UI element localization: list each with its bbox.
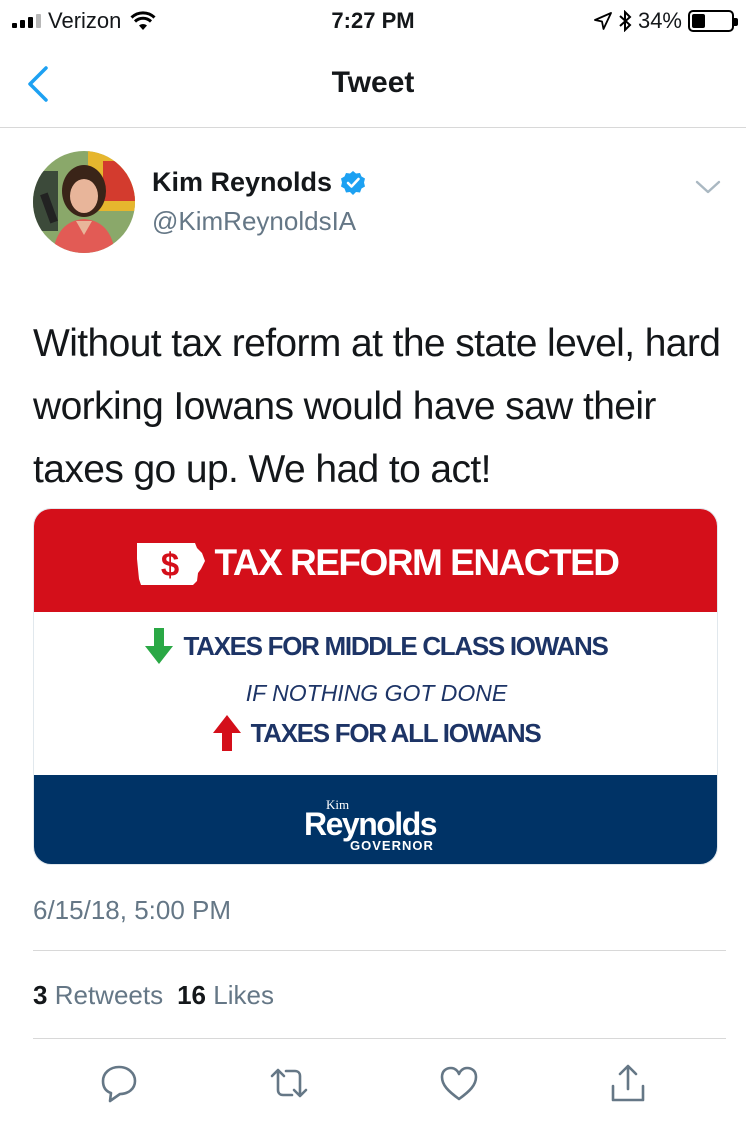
divider bbox=[33, 950, 726, 951]
reply-icon[interactable] bbox=[98, 1062, 140, 1104]
battery-percent: 34% bbox=[637, 8, 682, 33]
card-line-2-text: IF NOTHING GOT DONE bbox=[245, 680, 508, 706]
author-handle[interactable]: @KimReynoldsIA bbox=[152, 206, 356, 237]
card-line-3: TAXES FOR ALL IOWANS bbox=[34, 715, 717, 751]
card-header: $ TAX REFORM ENACTED bbox=[34, 509, 717, 612]
bluetooth-icon bbox=[619, 10, 632, 32]
retweet-icon[interactable] bbox=[268, 1062, 310, 1104]
card-line-1: TAXES FOR MIDDLE CLASS IOWANS bbox=[34, 628, 717, 664]
iowa-state-dollar-icon: $ bbox=[136, 543, 205, 585]
avatar[interactable] bbox=[33, 151, 135, 253]
logo-main-text: Reynolds bbox=[304, 806, 437, 842]
divider bbox=[33, 1038, 726, 1039]
status-bar: Verizon 7:27 PM 34% bbox=[0, 0, 746, 40]
tweet-stats: 3 Retweets 16 Likes bbox=[33, 980, 274, 1011]
author-name-text: Kim Reynolds bbox=[152, 167, 333, 197]
retweets-stat[interactable]: 3 Retweets bbox=[33, 980, 163, 1011]
likes-label: Likes bbox=[213, 980, 274, 1010]
caret-down-icon[interactable] bbox=[694, 176, 722, 198]
card-body: TAXES FOR MIDDLE CLASS IOWANS IF NOTHING… bbox=[34, 612, 717, 775]
card-footer: Kim Reynolds GOVERNOR bbox=[34, 775, 717, 864]
card-dollar-sign: $ bbox=[160, 546, 178, 583]
reynolds-governor-logo: Kim Reynolds GOVERNOR bbox=[304, 797, 438, 853]
status-right: 34% bbox=[594, 8, 738, 34]
avatar-image bbox=[33, 151, 135, 253]
likes-stat[interactable]: 16 Likes bbox=[177, 980, 274, 1011]
tweet-text: Without tax reform at the state level, h… bbox=[33, 322, 721, 491]
battery-fill bbox=[692, 14, 705, 28]
retweets-label: Retweets bbox=[54, 980, 164, 1010]
card-line-3-text: TAXES FOR ALL IOWANS bbox=[250, 717, 542, 748]
battery-icon bbox=[688, 10, 738, 32]
nav-bar: Tweet bbox=[0, 40, 746, 128]
like-icon[interactable] bbox=[438, 1062, 480, 1104]
verified-badge-icon bbox=[341, 170, 366, 195]
green-down-arrow-icon bbox=[145, 628, 174, 664]
red-up-arrow-icon bbox=[212, 715, 241, 751]
tweet-timestamp: 6/15/18, 5:00 PM bbox=[33, 895, 232, 925]
card-title-row: $ TAX REFORM ENACTED bbox=[34, 539, 717, 587]
logo-sub-text: GOVERNOR bbox=[350, 838, 434, 853]
retweets-count: 3 bbox=[33, 980, 48, 1010]
card-title: TAX REFORM ENACTED bbox=[214, 542, 620, 583]
card-line-2: IF NOTHING GOT DONE bbox=[34, 680, 717, 707]
author-name[interactable]: Kim Reynolds bbox=[152, 167, 366, 198]
card-line-1-text: TAXES FOR MIDDLE CLASS IOWANS bbox=[183, 630, 608, 661]
share-icon[interactable] bbox=[607, 1062, 649, 1104]
likes-count: 16 bbox=[177, 980, 207, 1010]
location-arrow-icon bbox=[594, 12, 612, 30]
page-title: Tweet bbox=[331, 66, 415, 99]
tweet-image[interactable]: $ TAX REFORM ENACTED TAXES FOR MIDDLE CL… bbox=[33, 508, 718, 865]
